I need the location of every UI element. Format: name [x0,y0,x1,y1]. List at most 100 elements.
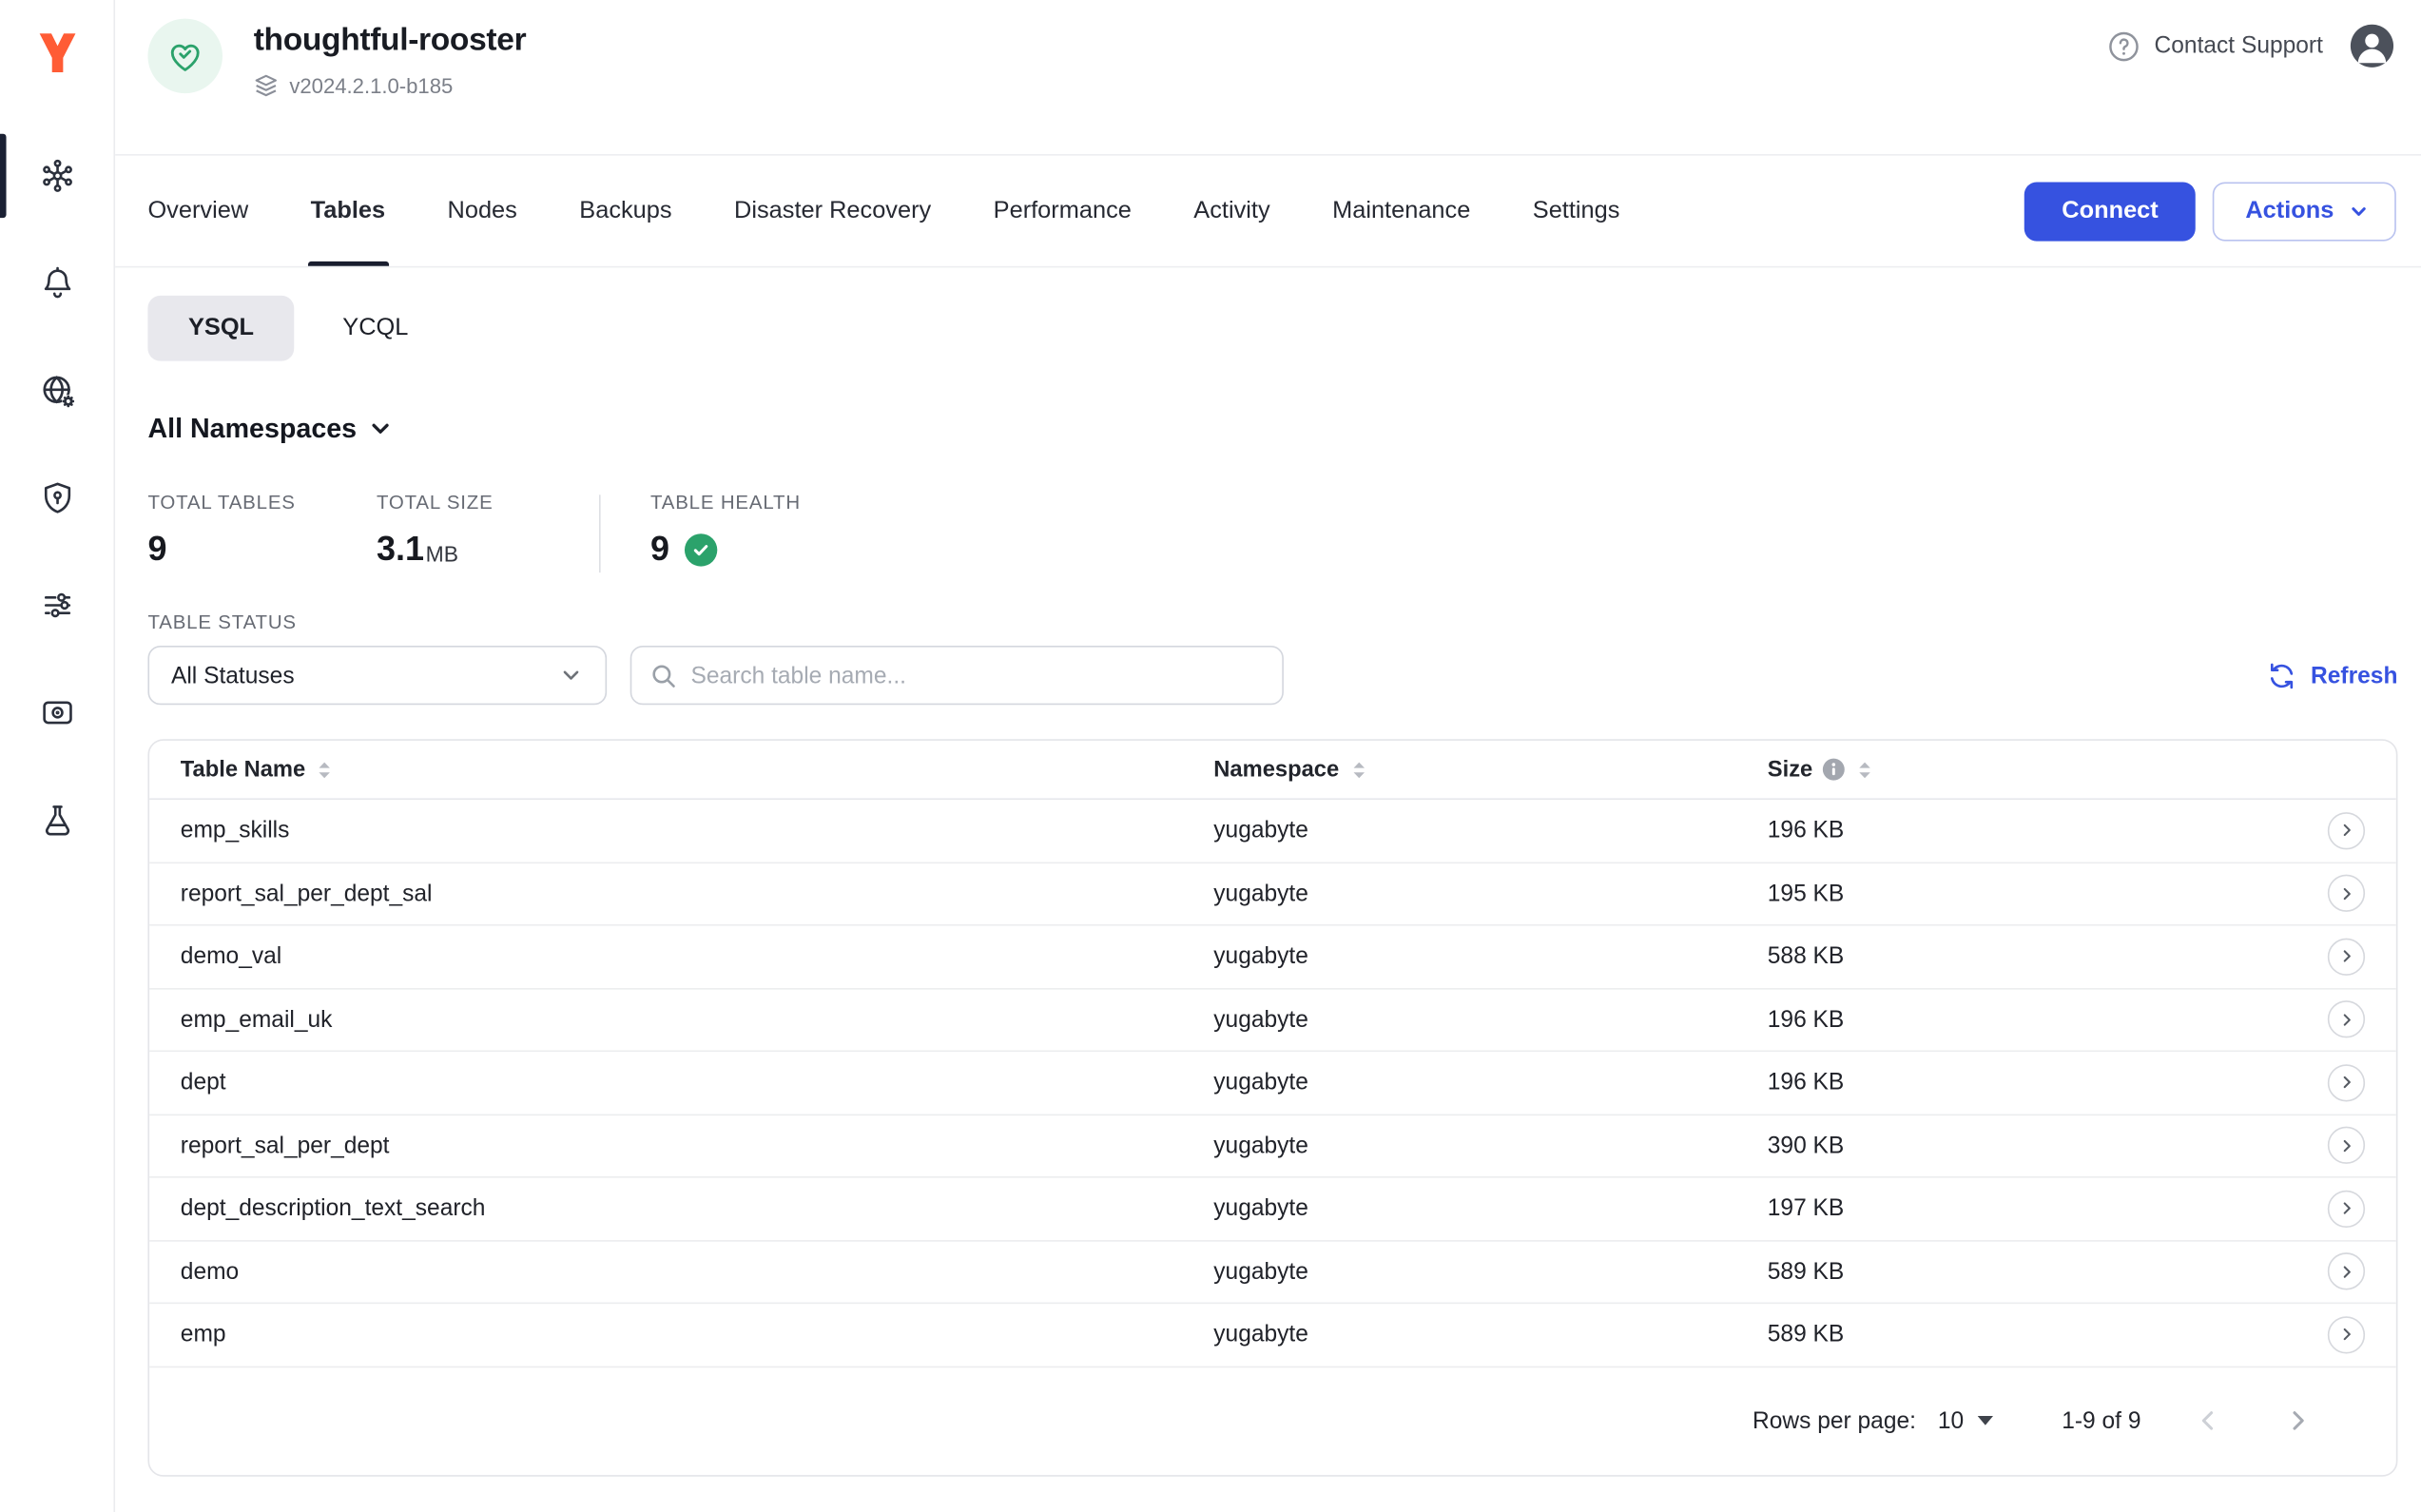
cell-size: 588 KB [1768,943,2296,970]
refresh-icon [2267,661,2296,690]
refresh-button[interactable]: Refresh [2267,661,2397,690]
search-icon [650,662,677,688]
tab-tables[interactable]: Tables [311,156,385,266]
table-row[interactable]: emp yugabyte 589 KB [149,1304,2396,1367]
table-status-label: TABLE STATUS [147,611,2397,633]
next-page-button[interactable] [2281,1404,2315,1438]
sidebar-item-network-config[interactable] [0,349,113,433]
column-label: Table Name [181,757,305,782]
sort-icon [1854,759,1874,781]
cell-table-name: demo_val [181,943,1213,970]
caret-down-icon [1978,1416,1993,1425]
cell-table-name: dept [181,1070,1213,1096]
actions-button[interactable]: Actions [2213,182,2396,241]
sidebar [0,0,115,1512]
tab-nodes[interactable]: Nodes [448,156,517,266]
row-open-button[interactable] [2328,1190,2365,1227]
avatar[interactable] [2348,22,2396,70]
globe-gear-icon [38,372,75,409]
sidebar-item-security[interactable] [0,456,113,539]
pagination-range: 1-9 of 9 [2062,1407,2140,1434]
tabs: Overview Tables Nodes Backups Disaster R… [147,156,1619,266]
table-row[interactable]: demo_val yugabyte 588 KB [149,926,2396,989]
row-open-button[interactable] [2328,1001,2365,1038]
table-header-row: Table Name Namespace Size [149,741,2396,800]
status-select[interactable]: All Statuses [147,646,607,705]
row-open-button[interactable] [2328,938,2365,975]
help-icon [2106,29,2140,63]
total-size-value: 3.1 [377,529,424,570]
row-open-button[interactable] [2328,1064,2365,1101]
sidebar-item-alerts[interactable] [0,242,113,325]
sidebar-item-clusters[interactable] [0,134,113,218]
tab-actions: Connect Actions [2024,156,2396,266]
rows-per-page-select[interactable]: 10 [1938,1407,1993,1434]
clusters-icon [38,157,75,194]
cell-namespace: yugabyte [1213,881,1768,907]
sidebar-item-settings-sliders[interactable] [0,563,113,647]
stat-label: TOTAL TABLES [147,492,377,514]
column-header-namespace[interactable]: Namespace [1213,757,1368,782]
stats-divider [599,494,601,572]
toggle-ysql[interactable]: YSQL [147,296,294,361]
connect-button[interactable]: Connect [2024,182,2196,241]
tab-overview[interactable]: Overview [147,156,248,266]
column-header-table-name[interactable]: Table Name [181,757,336,782]
rows-per-page-value: 10 [1938,1407,1964,1434]
table-row[interactable]: dept_description_text_search yugabyte 19… [149,1178,2396,1241]
cell-size: 589 KB [1768,1258,2296,1285]
cell-table-name: demo [181,1258,1213,1285]
chevron-down-icon [368,416,395,442]
contact-support-link[interactable]: Contact Support [2106,29,2323,63]
status-select-value: All Statuses [171,662,295,688]
tab-activity[interactable]: Activity [1193,156,1269,266]
row-open-button[interactable] [2328,875,2365,912]
table-health-value: 9 [650,529,669,570]
chevron-down-icon [2348,200,2370,222]
stat-total-size: TOTAL SIZE 3.1 MB [377,492,599,570]
namespace-filter-label: All Namespaces [147,413,357,445]
table-row[interactable]: dept yugabyte 196 KB [149,1052,2396,1115]
stat-table-health: TABLE HEALTH 9 [650,492,880,570]
tab-disaster-recovery[interactable]: Disaster Recovery [734,156,931,266]
yugabyte-logo-icon[interactable] [32,28,82,77]
row-open-button[interactable] [2328,1316,2365,1353]
content: YSQL YCQL All Namespaces TOTAL TABLES 9 … [115,267,2421,1512]
filter-row: All Statuses [147,646,2397,705]
row-open-button[interactable] [2328,812,2365,849]
cluster-health-badge[interactable] [147,19,223,94]
table-row[interactable]: report_sal_per_dept yugabyte 390 KB [149,1115,2396,1177]
sort-icon [1348,759,1368,781]
tabbar: Overview Tables Nodes Backups Disaster R… [115,156,2421,268]
health-check-icon [685,533,717,565]
table-row[interactable]: emp_email_uk yugabyte 196 KB [149,989,2396,1052]
cell-table-name: report_sal_per_dept_sal [181,881,1213,907]
table-pagination: Rows per page: 10 1-9 of 9 [149,1367,2396,1474]
column-header-size[interactable]: Size [1768,757,1875,782]
refresh-label: Refresh [2311,662,2397,688]
tab-maintenance[interactable]: Maintenance [1332,156,1470,266]
cell-size: 196 KB [1768,1070,2296,1096]
sidebar-item-snapshots[interactable] [0,670,113,754]
tab-backups[interactable]: Backups [579,156,671,266]
previous-page-button[interactable] [2191,1404,2225,1438]
cell-namespace: yugabyte [1213,1133,1768,1159]
namespace-filter[interactable]: All Namespaces [147,413,394,445]
tab-settings[interactable]: Settings [1533,156,1620,266]
table-row[interactable]: demo yugabyte 589 KB [149,1241,2396,1304]
stat-label: TOTAL SIZE [377,492,599,514]
cell-table-name: emp_skills [181,817,1213,843]
row-open-button[interactable] [2328,1127,2365,1164]
search-input[interactable] [690,662,1263,688]
cell-table-name: report_sal_per_dept [181,1133,1213,1159]
toggle-ycql[interactable]: YCQL [295,296,457,361]
cell-namespace: yugabyte [1213,1006,1768,1033]
sidebar-item-labs[interactable] [0,778,113,862]
table-row[interactable]: emp_skills yugabyte 196 KB [149,800,2396,863]
cell-table-name: emp [181,1322,1213,1348]
table-row[interactable]: report_sal_per_dept_sal yugabyte 195 KB [149,863,2396,925]
cell-namespace: yugabyte [1213,817,1768,843]
tab-performance[interactable]: Performance [994,156,1132,266]
chevron-down-icon [558,663,583,688]
row-open-button[interactable] [2328,1253,2365,1290]
